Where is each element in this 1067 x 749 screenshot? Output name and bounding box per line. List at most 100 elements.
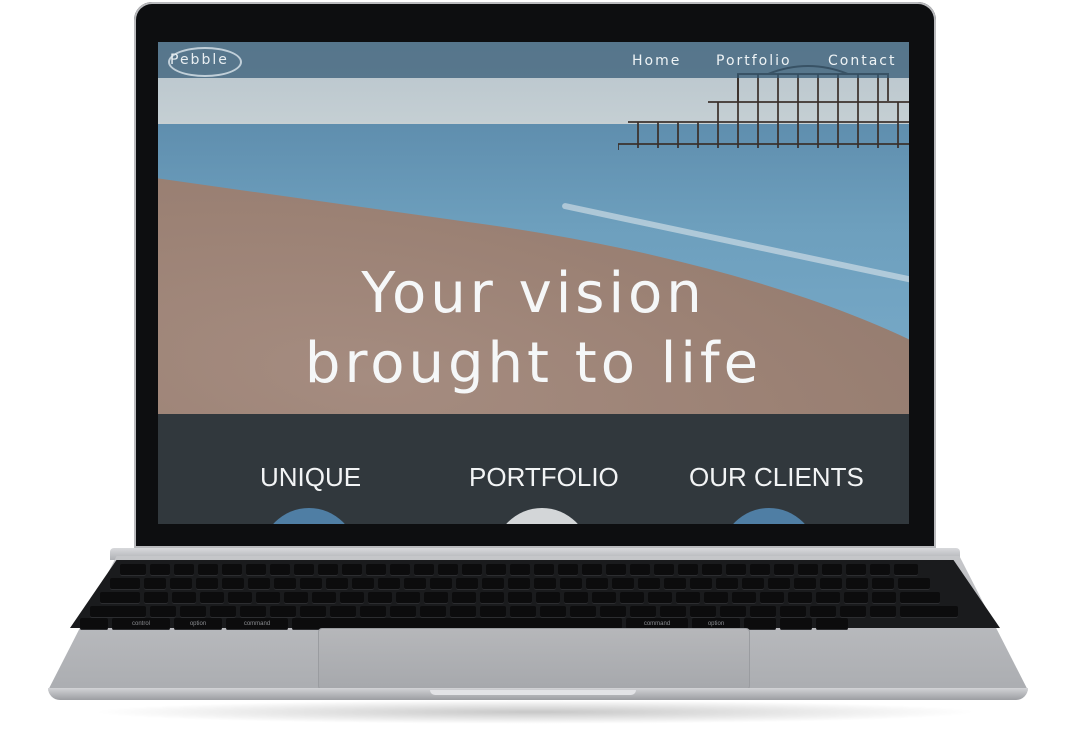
key xyxy=(198,564,218,576)
key xyxy=(378,578,400,590)
key xyxy=(368,592,392,604)
key xyxy=(612,578,634,590)
key xyxy=(462,564,482,576)
key-arrow-right xyxy=(816,618,848,630)
key xyxy=(340,592,364,604)
key xyxy=(872,578,894,590)
key xyxy=(750,564,770,576)
key xyxy=(200,592,224,604)
key xyxy=(352,578,374,590)
feature-unique-title[interactable]: UNIQUE xyxy=(260,462,361,493)
key xyxy=(816,592,840,604)
key xyxy=(726,564,746,576)
key xyxy=(284,592,308,604)
key xyxy=(170,578,192,590)
key xyxy=(452,592,476,604)
key xyxy=(450,606,476,618)
nav-contact[interactable]: Contact xyxy=(828,53,896,69)
key xyxy=(360,606,386,618)
feature-clients-circle[interactable] xyxy=(721,508,817,524)
key-control: control xyxy=(112,618,170,630)
key xyxy=(144,592,168,604)
key xyxy=(780,606,806,618)
key xyxy=(456,578,478,590)
laptop-opening-notch xyxy=(430,690,636,695)
key xyxy=(228,592,252,604)
key xyxy=(270,564,290,576)
key xyxy=(150,606,176,618)
key xyxy=(534,564,554,576)
key xyxy=(480,606,506,618)
feature-unique-circle[interactable] xyxy=(261,508,357,524)
key xyxy=(788,592,812,604)
key xyxy=(768,578,790,590)
key xyxy=(508,578,530,590)
key xyxy=(794,578,816,590)
feature-portfolio-title[interactable]: PORTFOLIO xyxy=(469,462,619,493)
key xyxy=(676,592,700,604)
hero-title-line2: brought to life xyxy=(304,331,763,396)
key xyxy=(294,564,314,576)
key xyxy=(420,606,446,618)
key xyxy=(222,578,244,590)
key xyxy=(390,606,416,618)
key-option: option xyxy=(174,618,222,630)
key xyxy=(482,578,504,590)
key xyxy=(536,592,560,604)
key xyxy=(150,564,170,576)
key xyxy=(654,564,674,576)
key xyxy=(732,592,756,604)
laptop-shadow xyxy=(90,700,980,724)
key xyxy=(660,606,686,618)
key xyxy=(704,592,728,604)
key xyxy=(630,564,650,576)
key xyxy=(900,592,940,604)
key xyxy=(586,578,608,590)
key xyxy=(720,606,746,618)
key xyxy=(774,564,794,576)
nav-portfolio[interactable]: Portfolio xyxy=(716,53,792,69)
key xyxy=(180,606,206,618)
key xyxy=(690,606,716,618)
key xyxy=(630,606,656,618)
key xyxy=(430,578,452,590)
key xyxy=(120,564,146,576)
key xyxy=(846,564,866,576)
key xyxy=(678,564,698,576)
key xyxy=(846,578,868,590)
key xyxy=(560,578,582,590)
key xyxy=(840,606,866,618)
key xyxy=(366,564,386,576)
key xyxy=(326,578,348,590)
key-arrow-up-down xyxy=(780,618,812,630)
site-logo[interactable]: Pebble xyxy=(170,52,229,68)
key xyxy=(898,578,930,590)
key xyxy=(300,606,326,618)
key xyxy=(424,592,448,604)
key xyxy=(534,578,556,590)
key xyxy=(510,564,530,576)
key xyxy=(870,606,896,618)
key xyxy=(274,578,296,590)
key xyxy=(894,564,918,576)
features-section: UNIQUE PORTFOLIO OUR CLIENTS xyxy=(158,414,909,524)
key xyxy=(606,564,626,576)
key xyxy=(312,592,336,604)
key xyxy=(330,606,356,618)
key xyxy=(702,564,722,576)
key xyxy=(620,592,644,604)
nav-home[interactable]: Home xyxy=(632,53,681,69)
key-command: command xyxy=(226,618,288,630)
key xyxy=(716,578,738,590)
key xyxy=(870,564,890,576)
key xyxy=(486,564,506,576)
trackpad xyxy=(318,628,750,690)
key xyxy=(844,592,868,604)
feature-portfolio-circle[interactable] xyxy=(494,508,590,524)
key xyxy=(540,606,566,618)
key xyxy=(570,606,596,618)
feature-clients-title[interactable]: OUR CLIENTS xyxy=(689,462,864,493)
key xyxy=(172,592,196,604)
key xyxy=(564,592,588,604)
key xyxy=(300,578,322,590)
